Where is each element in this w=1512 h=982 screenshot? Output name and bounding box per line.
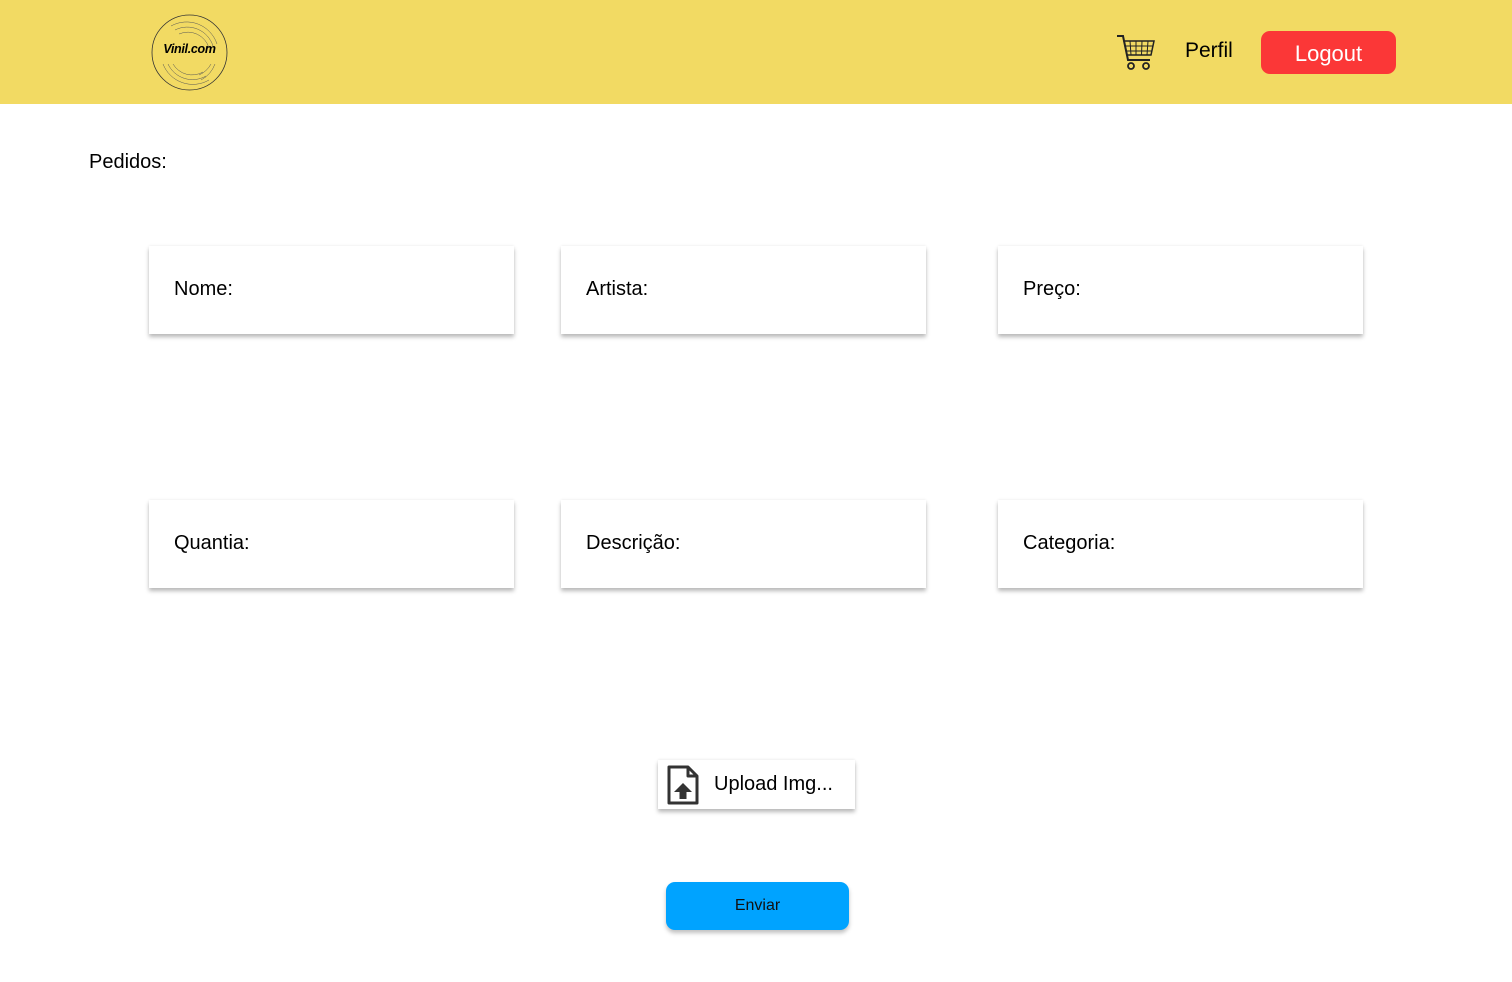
field-label: Preço: [1023, 278, 1081, 300]
logout-button[interactable]: Logout [1261, 31, 1396, 74]
descricao-field[interactable]: Descrição: [561, 500, 926, 588]
upload-image-button[interactable]: Upload Img... [658, 760, 855, 809]
field-label: Artista: [586, 278, 649, 300]
page-title: Pedidos: [89, 151, 167, 173]
artista-field[interactable]: Artista: [561, 246, 926, 334]
upload-label: Upload Img... [714, 773, 833, 795]
nome-field[interactable]: Nome: [149, 246, 514, 334]
shopping-cart-icon[interactable] [1116, 33, 1156, 71]
quantia-field[interactable]: Quantia: [149, 500, 514, 588]
file-upload-icon [667, 765, 699, 805]
perfil-link[interactable]: Perfil [1185, 39, 1233, 63]
logo-text: Vinil.com [163, 42, 216, 56]
categoria-field[interactable]: Categoria: [998, 500, 1363, 588]
field-label: Categoria: [1023, 532, 1116, 554]
field-label: Nome: [174, 278, 233, 300]
logo[interactable]: Vinil.com [151, 14, 228, 91]
preco-field[interactable]: Preço: [998, 246, 1363, 334]
field-label: Descrição: [586, 532, 681, 554]
field-label: Quantia: [174, 532, 250, 554]
submit-button[interactable]: Enviar [666, 882, 849, 930]
header: Vinil.com Perfil Logout [0, 0, 1512, 104]
